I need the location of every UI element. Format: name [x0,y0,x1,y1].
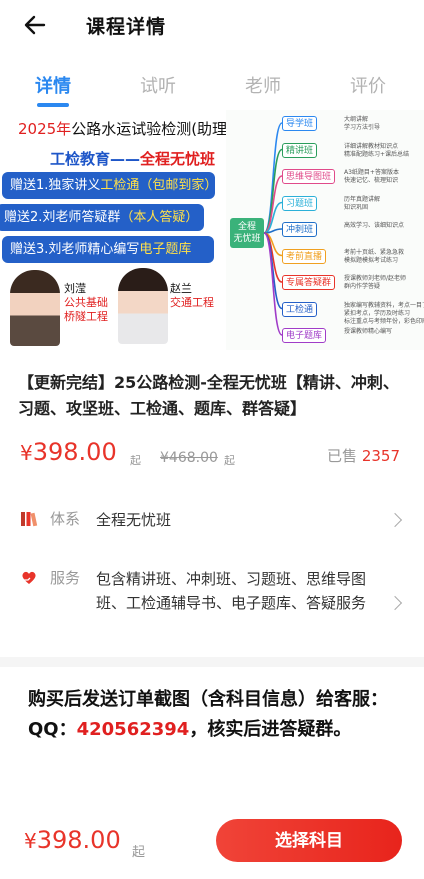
tab-trial[interactable]: 试听 [128,72,188,98]
books-icon [21,512,38,527]
price-row: ¥398.00 起 ¥468.00 起 已售 2357 [20,438,410,472]
tab-teacher[interactable]: 老师 [233,72,293,98]
teacher-photo-liu [10,270,60,346]
original-price: ¥468.00 [160,450,218,466]
course-title: 【更新完结】25公路检测-全程无忧班【精讲、冲刺、习题、攻坚班、工检通、题库、群… [18,373,399,418]
mindmap-node: 思维导图班 [282,169,336,184]
banner-gift-1: 赠送1.独家讲义工检通（包邮到家） [2,172,217,199]
mindmap-node-desc: 模拟题模拟考试练习 [344,256,399,264]
mindmap-node-desc: 精准配题练习+课后总结 [344,150,410,158]
banner-gift-2: 赠送2.刘老师答疑群（本人答疑） [0,204,204,231]
tab-reviews[interactable]: 评价 [338,72,398,98]
service-row[interactable]: 服务 包含精讲班、冲刺班、习题班、思维导图班、工检通辅导书、电子题库、答疑服务 [20,567,410,643]
back-arrow-icon[interactable] [22,12,48,38]
sold-count: 已售 2357 [327,447,400,465]
system-label: 体系 [50,510,81,528]
chevron-right-icon [387,595,403,611]
banner-subline: 工检教育——全程无忧班 [50,150,216,168]
bottom-bar: ¥398.00 起 选择科目 [0,819,424,879]
mindmap-node: 导学班 [282,116,318,131]
active-tab-indicator [37,103,69,107]
mindmap-branch [263,232,283,336]
tab-bar: 详情 试听 老师 评价 [0,52,424,110]
mindmap-node: 冲刺班 [282,222,318,237]
mindmap-node-desc: 学习方法引导 [344,124,381,131]
mindmap-node-desc: 考前十页纸、紧急急救 [344,248,405,256]
banner-headline: 2025年公路水运试验检测(助理)师 [18,120,248,138]
banner-gift-3: 赠送3.刘老师精心编写电子题库 [2,236,214,263]
mindmap-node-desc: 紧扣考点，学历及时练习 [344,309,411,317]
mindmap-node-desc: A3纸题目+答案版本 [344,169,399,176]
bottom-price-suffix: 起 [132,845,146,860]
mindmap-node-desc: 授课教师刘老师/赵老师 [344,275,407,282]
page-title: 课程详情 [86,16,167,38]
system-row[interactable]: 体系 全程无忧班 [20,508,410,534]
heart-hand-icon [22,571,36,584]
price-suffix: 起 [130,454,141,467]
banner-promo: 2025年公路水运试验检测(助理)师 工检教育——全程无忧班 赠送1.独家讲义工… [0,110,248,350]
purchase-notice: 购买后发送订单截图（含科目信息）给客服：QQ：420562394，核实后进答疑群… [0,667,424,819]
mindmap-center: 全程 无忧班 [230,218,264,248]
original-price-suffix: 起 [224,454,235,467]
tab-details[interactable]: 详情 [23,72,83,98]
mindmap-node: 专属答疑群 [282,275,336,290]
teacher-subject: 桥隧工程 [64,310,108,323]
teacher-subject: 交通工程 [170,296,214,309]
mindmap-node-desc: 知识巩固 [344,203,369,211]
mindmap-node: 工检通 [282,301,318,317]
mindmap-node-desc: 授课教师精心编写 [344,328,393,335]
top-bar: 课程详情 [0,0,424,52]
chevron-right-icon [387,512,403,528]
current-price: ¥398.00 [20,438,117,466]
teacher-photo-zhao [118,268,168,344]
mindmap-node-desc: 大纲讲解 [344,116,369,123]
mindmap-node-desc: 标注重点与考频年份，彩色印刷 [344,317,424,325]
mindmap-node: 电子题库 [282,328,327,343]
mindmap-node-desc: 详细讲解教材知识点 [344,142,399,150]
mindmap-node-desc: 群内作学答疑 [344,283,381,290]
qq-number: 420562394 [76,719,190,740]
mindmap-node-desc: 独家编写教辅资料，考点一目了然 [344,301,424,309]
service-label: 服务 [50,569,81,587]
select-subject-button[interactable]: 选择科目 [216,819,402,862]
course-info-card: 【更新完结】25公路检测-全程无忧班【精讲、冲刺、习题、攻坚班、工检通、题库、群… [0,350,424,657]
mindmap-node: 习题班 [282,195,318,211]
mindmap-node-desc: 快速记忆、梳理知识 [344,177,399,184]
mindmap-node: 考前直播 [282,248,327,264]
bottom-price: ¥398.00 [24,826,121,854]
course-mindmap: 全程 无忧班 导学班 大纲讲解 学习方法引导精讲班 详细讲解教材知识点 精准配题练习+课后… [226,110,424,350]
course-banner[interactable]: 2025年公路水运试验检测(助理)师 工检教育——全程无忧班 赠送1.独家讲义工… [0,110,424,350]
mindmap-node-desc: 历年真题讲解 [344,195,381,203]
notice-text: 购买后发送订单截图（含科目信息）给客服：QQ：420562394，核实后进答疑群… [28,689,388,740]
mindmap-node-desc: 高效学习、该细知识点 [344,222,405,229]
service-value: 包含精讲班、冲刺班、习题班、思维导图班、工检通辅导书、电子题库、答疑服务 [96,570,367,612]
mindmap-node: 精讲班 [282,142,318,158]
system-value: 全程无忧班 [96,511,172,529]
